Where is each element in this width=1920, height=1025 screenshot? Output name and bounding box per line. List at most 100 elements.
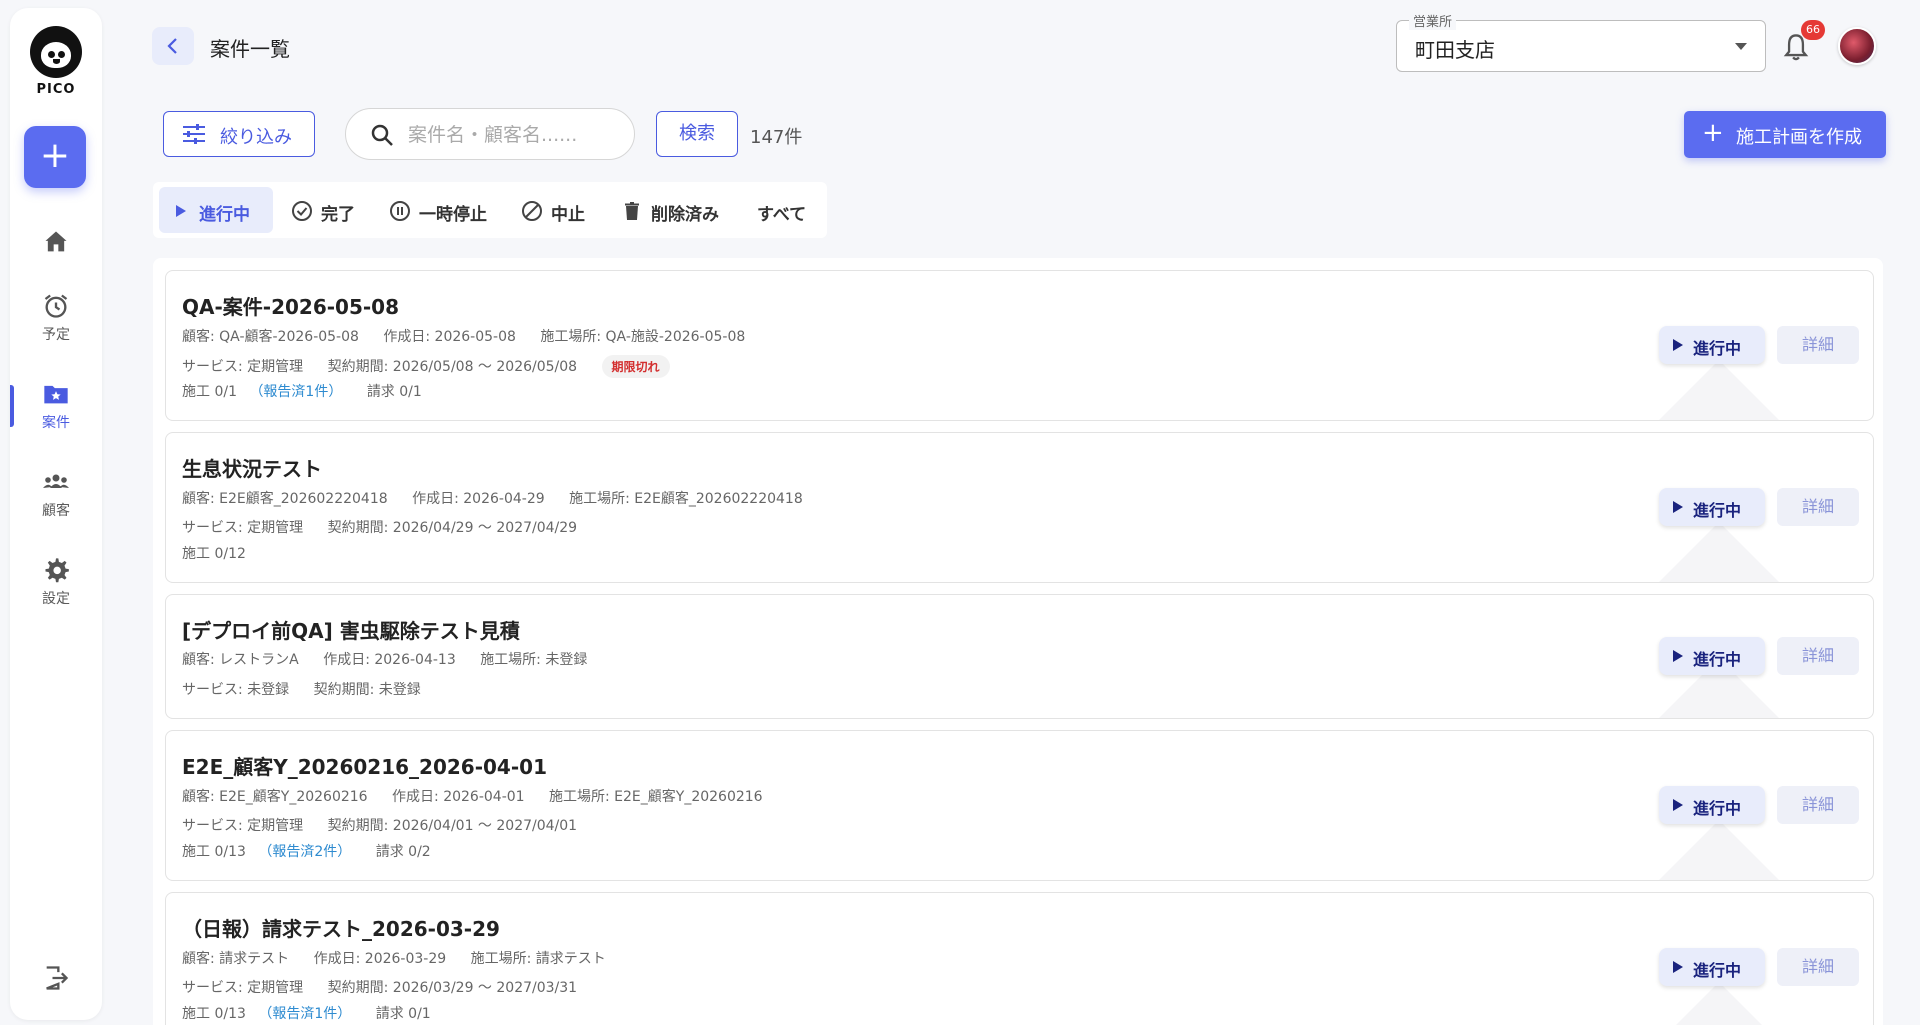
tab-paused[interactable]: 一時停止 <box>379 187 499 233</box>
sliders-icon <box>183 124 205 144</box>
decorative-shape <box>1649 360 1789 420</box>
search-input[interactable] <box>408 121 618 149</box>
status-label: 進行中 <box>1693 650 1742 669</box>
create-plan-label: 施工計画を作成 <box>1736 127 1862 148</box>
project-contract: 契約期間: 2026/05/08 〜 2026/05/08 <box>327 359 578 375</box>
sidebar-item-label: 設定 <box>42 591 70 607</box>
decorative-shape <box>1649 820 1789 880</box>
add-button[interactable]: + <box>24 126 86 188</box>
project-progress-line: 施工 0/1 （報告済1件） 請求 0/1 <box>182 381 442 401</box>
status-button[interactable]: 進行中 <box>1659 786 1765 824</box>
play-icon <box>176 205 186 217</box>
sidebar-item-projects[interactable]: 案件 <box>10 380 102 432</box>
sidebar-item-customers[interactable]: 顧客 <box>10 468 102 520</box>
play-icon <box>1673 650 1683 662</box>
project-site: 施工場所: E2E顧客_202602220418 <box>569 491 803 507</box>
project-service-line: サービス: 定期管理 契約期間: 2026/04/29 〜 2027/04/29 <box>182 517 597 537</box>
status-button[interactable]: 進行中 <box>1659 326 1765 364</box>
status-button[interactable]: 進行中 <box>1659 948 1765 986</box>
create-plan-button[interactable]: + 施工計画を作成 <box>1684 111 1886 158</box>
project-title: （日報）請求テスト_2026-03-29 <box>182 917 500 941</box>
folder-star-icon <box>44 385 68 404</box>
check-circle-icon <box>292 201 312 221</box>
project-service-line: サービス: 定期管理 契約期間: 2026/04/01 〜 2027/04/01 <box>182 815 597 835</box>
project-created: 作成日: 2026-04-29 <box>412 491 545 507</box>
project-report-link[interactable]: （報告済2件） <box>258 844 351 860</box>
project-customer: 顧客: レストランA <box>182 652 299 668</box>
project-title: QA-案件-2026-05-08 <box>182 295 400 319</box>
project-created: 作成日: 2026-04-13 <box>323 652 456 668</box>
project-customer: 顧客: 請求テスト <box>182 951 290 967</box>
penguin-logo-icon <box>30 26 82 78</box>
sidebar-item-schedule[interactable]: 予定 <box>10 292 102 344</box>
result-count: 147件 <box>750 127 803 148</box>
project-site: 施工場所: 未登録 <box>480 652 588 668</box>
project-list: QA-案件-2026-05-08 顧客: QA-顧客-2026-05-08 作成… <box>153 258 1883 1025</box>
tab-label: 一時停止 <box>419 205 487 225</box>
app-logo[interactable]: PICO <box>10 26 102 97</box>
office-select-label: 営業所 <box>1409 11 1457 30</box>
detail-button[interactable]: 詳細 <box>1777 488 1859 526</box>
user-avatar[interactable] <box>1838 27 1876 65</box>
detail-button[interactable]: 詳細 <box>1777 948 1859 986</box>
project-report-link[interactable]: （報告済1件） <box>249 384 342 400</box>
tab-label: 進行中 <box>199 205 250 225</box>
status-button[interactable]: 進行中 <box>1659 637 1765 675</box>
project-progress-line: 施工 0/13 （報告済2件） 請求 0/2 <box>182 841 451 861</box>
pause-circle-icon <box>390 201 410 221</box>
project-service-line: サービス: 定期管理 契約期間: 2026/03/29 〜 2027/03/31 <box>182 977 597 997</box>
project-meta-line: 顧客: レストランA 作成日: 2026-04-13 施工場所: 未登録 <box>182 649 607 669</box>
project-site: 施工場所: QA-施設-2026-05-08 <box>540 329 746 345</box>
sidebar-item-label: 案件 <box>42 415 70 431</box>
project-contract: 契約期間: 2026/04/01 〜 2027/04/01 <box>327 818 578 834</box>
sidebar-item-label: 予定 <box>42 327 70 343</box>
decorative-shape <box>1649 522 1789 582</box>
expired-badge: 期限切れ <box>601 355 670 378</box>
tab-deleted[interactable]: 削除済み <box>611 187 735 233</box>
project-service: サービス: 定期管理 <box>182 818 304 834</box>
logout-icon[interactable] <box>42 964 70 992</box>
play-icon <box>1673 799 1683 811</box>
tab-cancelled[interactable]: 中止 <box>511 187 595 233</box>
tab-label: 完了 <box>321 205 355 225</box>
office-select[interactable]: 営業所 町田支店 <box>1396 11 1766 72</box>
project-created: 作成日: 2026-04-01 <box>392 789 525 805</box>
project-meta-line: 顧客: QA-顧客-2026-05-08 作成日: 2026-05-08 施工場… <box>182 326 765 346</box>
project-service: サービス: 定期管理 <box>182 520 304 536</box>
project-title: E2E_顧客Y_20260216_2026-04-01 <box>182 755 547 779</box>
play-icon <box>1673 961 1683 973</box>
project-service-line: サービス: 定期管理 契約期間: 2026/05/08 〜 2026/05/08… <box>182 355 670 378</box>
sidebar-item-settings[interactable]: 設定 <box>10 556 102 608</box>
status-label: 進行中 <box>1693 961 1742 980</box>
sidebar-item-home[interactable] <box>10 228 102 256</box>
sidebar: PICO + 予定 案件 顧客 設定 <box>10 8 102 1020</box>
project-service-line: サービス: 未登録 契約期間: 未登録 <box>182 679 441 699</box>
project-service: サービス: 定期管理 <box>182 980 304 996</box>
alarm-clock-icon <box>44 294 68 318</box>
tab-in-progress[interactable]: 進行中 <box>159 187 273 233</box>
project-customer: 顧客: E2E顧客_202602220418 <box>182 491 388 507</box>
status-label: 進行中 <box>1693 501 1742 520</box>
tab-complete[interactable]: 完了 <box>281 187 365 233</box>
status-label: 進行中 <box>1693 339 1742 358</box>
tab-all[interactable]: すべて <box>745 187 821 233</box>
project-customer: 顧客: QA-顧客-2026-05-08 <box>182 329 359 345</box>
people-icon <box>43 474 69 488</box>
search-button[interactable]: 検索 <box>656 111 738 157</box>
back-button[interactable] <box>152 27 194 65</box>
project-work-count: 施工 0/1 <box>182 384 237 400</box>
tab-label: 中止 <box>551 205 585 225</box>
search-field[interactable] <box>345 108 635 160</box>
project-meta-line: 顧客: E2E_顧客Y_20260216 作成日: 2026-04-01 施工場… <box>182 786 783 806</box>
project-card: QA-案件-2026-05-08 顧客: QA-顧客-2026-05-08 作成… <box>165 270 1874 421</box>
status-button[interactable]: 進行中 <box>1659 488 1765 526</box>
project-report-link[interactable]: （報告済1件） <box>258 1006 351 1022</box>
project-progress-line: 施工 0/12 <box>182 543 246 563</box>
detail-button[interactable]: 詳細 <box>1777 637 1859 675</box>
project-title: [デプロイ前QA] 害虫駆除テスト見積 <box>182 619 520 643</box>
detail-button[interactable]: 詳細 <box>1777 326 1859 364</box>
project-meta-line: 顧客: 請求テスト 作成日: 2026-03-29 施工場所: 請求テスト <box>182 948 626 968</box>
detail-button[interactable]: 詳細 <box>1777 786 1859 824</box>
project-title: 生息状況テスト <box>182 457 322 481</box>
filter-button[interactable]: 絞り込み <box>163 111 315 157</box>
